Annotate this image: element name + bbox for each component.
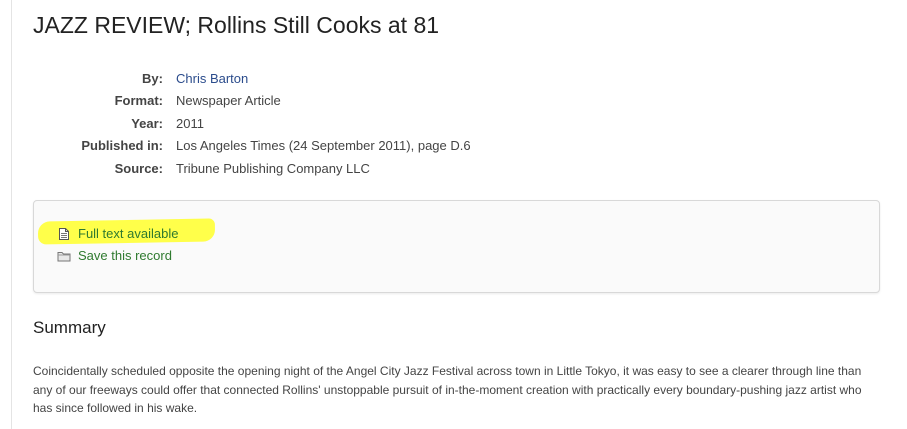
- page-left-border: [11, 0, 12, 429]
- summary-text: Coincidentally scheduled opposite the op…: [33, 364, 862, 415]
- page-title: JAZZ REVIEW; Rollins Still Cooks at 81: [33, 12, 440, 38]
- folder-icon: [57, 249, 71, 263]
- metadata-row-source: Source: Tribune Publishing Company LLC: [33, 157, 633, 180]
- metadata-label: Year:: [131, 115, 163, 131]
- metadata-label: Published in:: [81, 138, 163, 154]
- author-link[interactable]: Chris Barton: [176, 71, 248, 86]
- record-metadata: By: Chris Barton Format: Newspaper Artic…: [33, 67, 633, 180]
- metadata-label: Format:: [114, 93, 163, 109]
- full-text-link[interactable]: Full text available: [57, 226, 178, 241]
- save-record-link[interactable]: Save this record: [57, 248, 172, 263]
- metadata-value: Newspaper Article: [176, 93, 281, 109]
- metadata-value: Los Angeles Times (24 September 2011), p…: [176, 138, 471, 154]
- document-icon: [57, 227, 71, 241]
- metadata-row-year: Year: 2011: [33, 112, 633, 135]
- metadata-row-published-in: Published in: Los Angeles Times (24 Sept…: [33, 135, 633, 158]
- save-record-label: Save this record: [78, 248, 172, 263]
- metadata-label: By:: [142, 70, 163, 86]
- metadata-label: Source:: [114, 160, 163, 176]
- full-text-label: Full text available: [78, 226, 179, 241]
- summary-heading: Summary: [33, 318, 106, 337]
- metadata-row-format: Format: Newspaper Article: [33, 90, 633, 113]
- record-actions-panel: [33, 200, 880, 293]
- metadata-value: 2011: [176, 115, 204, 131]
- metadata-row-author: By: Chris Barton: [33, 67, 633, 90]
- metadata-value: Tribune Publishing Company LLC: [176, 160, 370, 176]
